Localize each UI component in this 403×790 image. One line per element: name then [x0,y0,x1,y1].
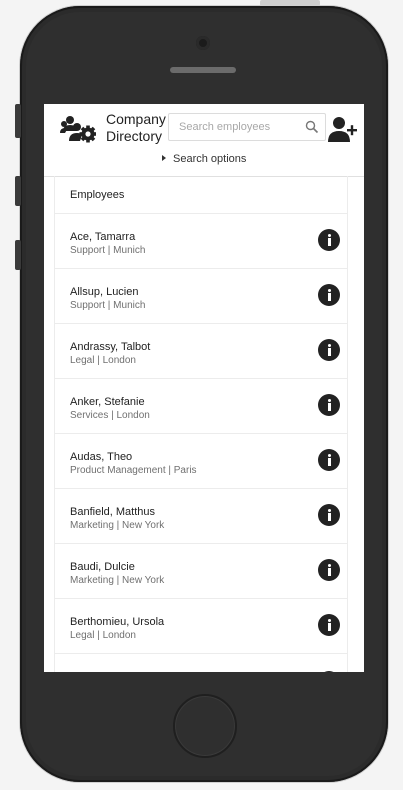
employee-name: Baudi, Dulcie [70,561,135,573]
employee-detail: Legal | London [70,355,136,366]
employee-name: Berthomieu, Ursola [70,616,165,628]
info-icon[interactable] [318,449,340,471]
search-icon[interactable] [305,120,319,134]
front-camera [196,36,210,50]
power-button [260,0,320,6]
caret-right-icon [162,155,166,161]
employee-name: Andrassy, Talbot [70,341,151,353]
app-screen: Company Directory Search options Employe… [44,104,364,672]
speaker-grille [170,67,236,73]
volume-down-button [15,240,21,270]
list-item[interactable]: Baudi, Dulcie Marketing | New York [54,544,348,599]
info-icon[interactable] [318,559,340,581]
search-options-label: Search options [173,153,247,165]
list-item[interactable]: Berthomieu, Ursola Legal | London [54,599,348,654]
list-header: Employees [54,176,348,214]
employee-name: Audas, Theo [70,451,133,463]
app-title-line1: Company [106,111,166,127]
info-icon[interactable] [318,614,340,636]
app-header: Company Directory Search options [44,104,364,177]
employee-detail: Marketing | New York [70,520,165,531]
mute-switch [15,104,21,138]
list-item[interactable]: Anker, Stefanie Services | London [54,379,348,434]
info-icon[interactable] [318,394,340,416]
employee-name: Anker, Stefanie [70,396,145,408]
search-options-toggle[interactable]: Search options [162,153,246,165]
employee-detail: Product Management | Paris [70,465,197,476]
add-user-icon[interactable] [328,116,358,142]
search-input[interactable] [169,114,307,140]
employee-name: Allsup, Lucien [70,286,139,298]
employee-name: Banfield, Matthus [70,506,155,518]
app-title: Company Directory [106,111,176,145]
employee-detail: Marketing | New York [70,575,165,586]
list-item[interactable]: Banfield, Matthus Marketing | New York [54,489,348,544]
info-icon[interactable] [318,339,340,361]
employee-detail: Services | London [70,410,150,421]
info-icon[interactable] [318,671,340,672]
app-title-line2: Directory [106,128,163,144]
employee-detail: Legal | London [70,630,136,641]
list-item[interactable]: Audas, Theo Product Management | Paris [54,434,348,489]
info-icon[interactable] [318,284,340,306]
employee-name: Ace, Tamarra [70,231,136,243]
employee-detail: Support | Munich [70,300,146,311]
list-item[interactable]: Allsup, Lucien Support | Munich [54,269,348,324]
volume-up-button [15,176,21,206]
list-item-partial[interactable] [54,654,348,672]
home-button[interactable] [173,694,237,758]
search-box[interactable] [168,113,326,141]
info-icon[interactable] [318,504,340,526]
employee-list: Employees Ace, Tamarra Support | Munich … [54,176,348,672]
users-gear-icon [60,116,96,143]
employee-detail: Support | Munich [70,245,146,256]
list-item[interactable]: Andrassy, Talbot Legal | London [54,324,348,379]
info-icon[interactable] [318,229,340,251]
list-item[interactable]: Ace, Tamarra Support | Munich [54,214,348,269]
